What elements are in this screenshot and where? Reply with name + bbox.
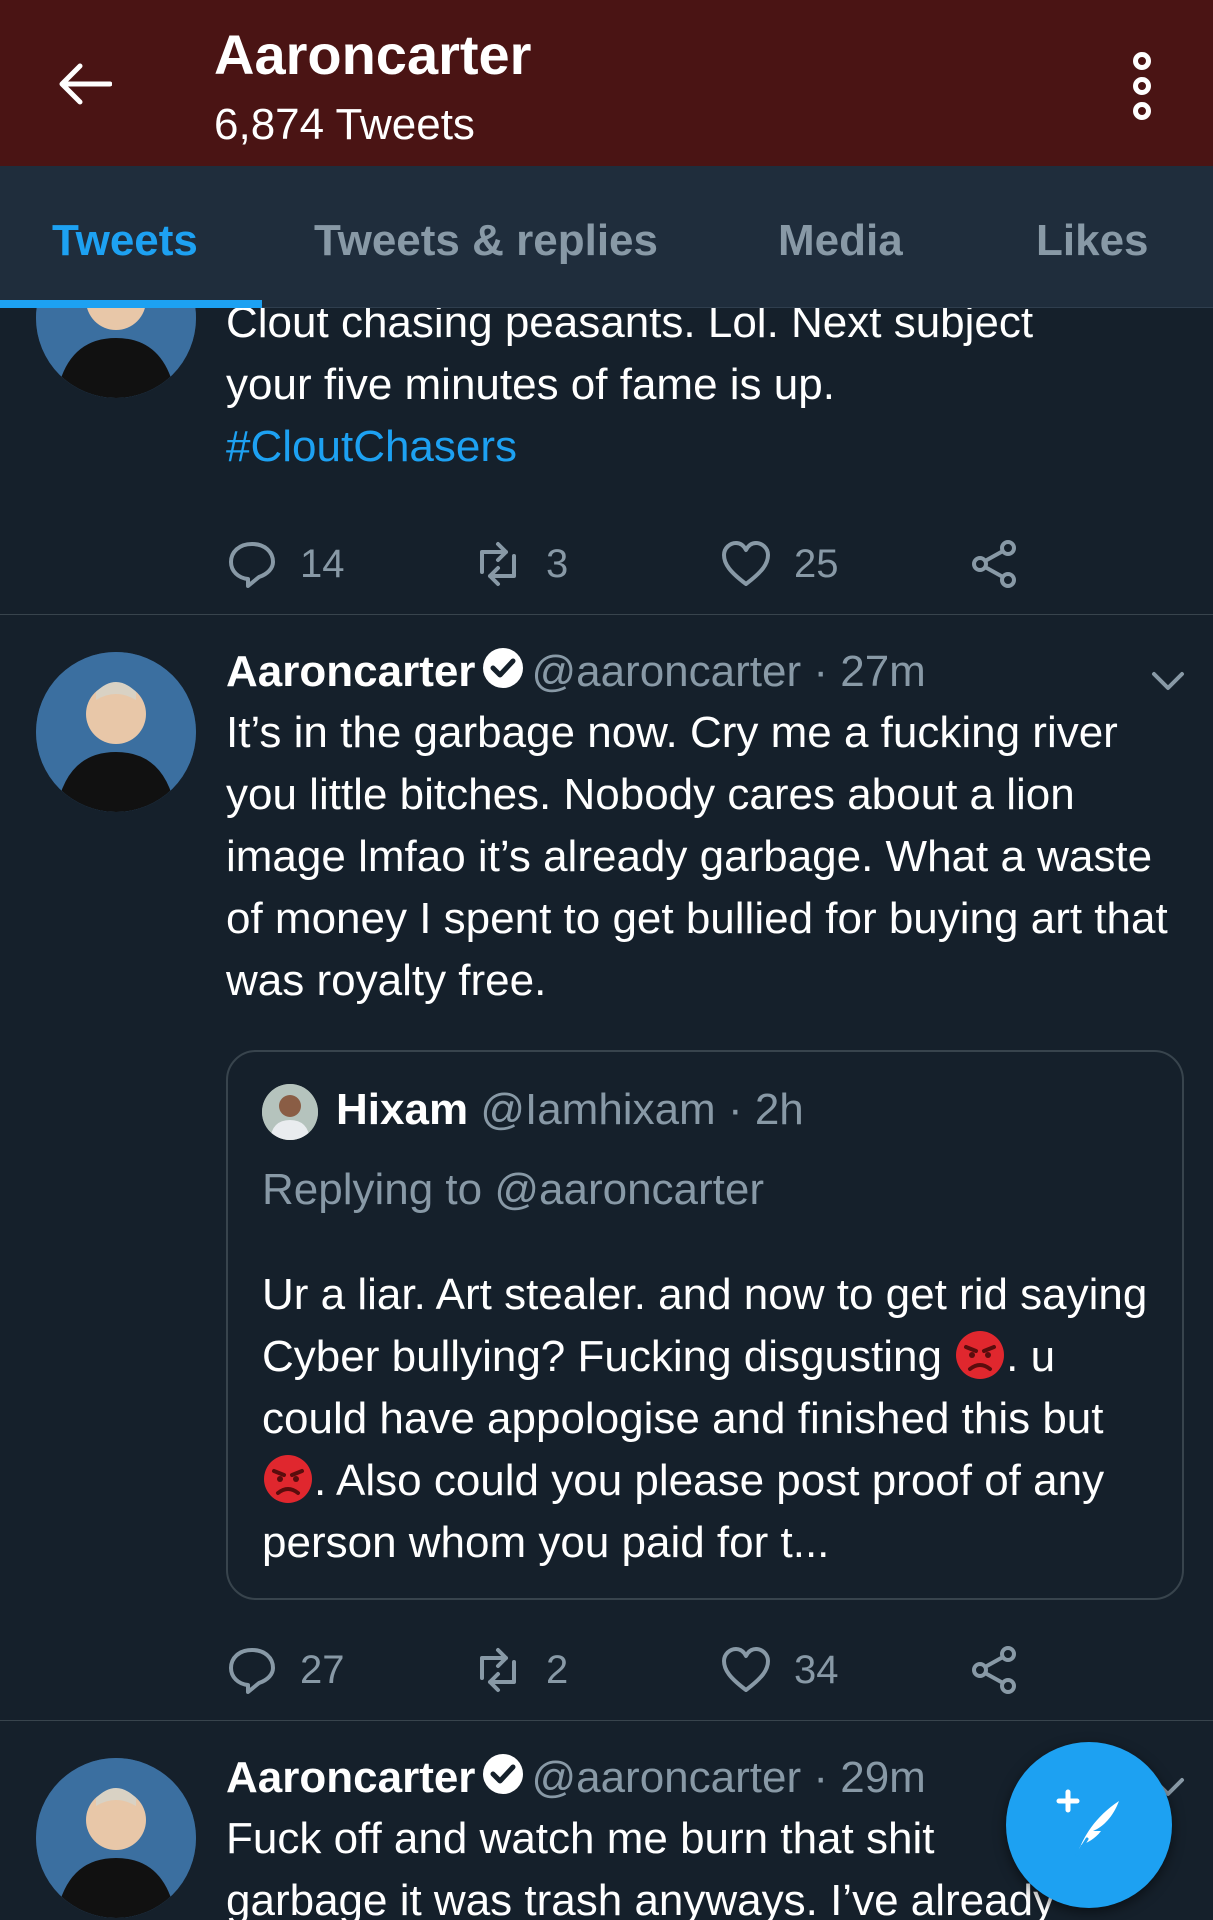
quoted-author-handle: @Iamhixam [480,1085,716,1134]
more-options-button[interactable] [1118,46,1166,126]
angry-face-icon [956,1331,1005,1379]
tab-likes[interactable]: Likes [1036,216,1149,266]
tweet-timestamp: · 27m [813,647,926,696]
compose-feather-icon [1056,1789,1119,1857]
like-count: 25 [794,541,839,586]
reply-button[interactable]: 14 [226,534,345,594]
retweet-icon [480,542,516,586]
verified-badge-icon [483,648,524,688]
reply-count: 27 [300,1647,345,1692]
retweet-button[interactable]: 2 [472,1640,568,1700]
more-dot-icon [1133,77,1151,95]
profile-tabs: Tweets Tweets & replies Media Likes [0,166,1213,308]
avatar[interactable] [36,1758,196,1918]
tweet-body: It’s in the garbage now. Cry me a fuckin… [226,708,1168,1005]
reply-button[interactable]: 27 [226,1640,345,1700]
tweet-header: Aaroncarter @aaroncarter · 29m [226,1748,926,1808]
profile-header: Aaroncarter 6,874 Tweets [0,0,1213,166]
tab-media[interactable]: Media [778,216,903,266]
like-button[interactable]: 25 [720,534,839,594]
more-dot-icon [1133,52,1151,70]
tab-tweets[interactable]: Tweets [52,216,198,266]
avatar[interactable] [36,652,196,812]
quoted-timestamp: · 2h [727,1085,804,1134]
angry-face-icon [264,1455,312,1503]
arrow-left-icon [59,63,112,105]
verified-badge-icon [483,1754,524,1794]
reply-icon [229,542,275,588]
back-button[interactable] [48,48,120,120]
avatar[interactable] [36,308,196,398]
replying-to: Replying to @aaroncarter [262,1165,765,1214]
tweet-count: 6,874 Tweets [214,100,475,149]
chevron-down-icon[interactable] [1148,660,1188,700]
heart-icon [722,541,770,586]
tab-tweets-replies[interactable]: Tweets & replies [314,216,658,266]
profile-title: Aaroncarter [214,23,532,86]
share-icon [972,540,1016,588]
heart-icon [722,1647,770,1692]
retweet-count: 2 [546,1647,569,1692]
like-button[interactable]: 34 [720,1640,839,1700]
retweet-icon [480,1648,516,1692]
tweet-actions: 14 3 25 [226,534,1046,594]
more-dot-icon [1133,102,1151,120]
tweet-actions: 27 2 34 [226,1640,1046,1700]
share-icon [972,1646,1016,1694]
hashtag-link[interactable]: #CloutChasers [226,416,1196,478]
tweet-header: Aaroncarter @aaroncarter · 27m [226,642,926,702]
tweet-body: Clout chasing peasants. Lol. Next subjec… [226,308,1196,478]
active-tab-indicator [0,300,262,308]
retweet-button[interactable]: 3 [472,534,568,594]
like-count: 34 [794,1647,839,1692]
tweet-feed[interactable]: Clout chasing peasants. Lol. Next subjec… [0,308,1213,1920]
author-handle[interactable]: @aaroncarter [531,1753,801,1802]
tweet-divider [0,1720,1213,1721]
retweet-count: 3 [546,541,569,586]
author-name[interactable]: Aaroncarter [226,647,475,696]
author-name[interactable]: Aaroncarter [226,1753,475,1802]
share-button[interactable] [968,1640,1042,1700]
quoted-avatar [262,1084,318,1140]
compose-tweet-button[interactable] [1006,1742,1172,1908]
tweet-timestamp: · 29m [813,1753,926,1802]
quoted-tweet[interactable]: Hixam @Iamhixam · 2h Replying to @aaronc… [226,1050,1184,1600]
quoted-author-name: Hixam [336,1085,469,1134]
share-button[interactable] [968,534,1042,594]
reply-icon [229,1648,275,1694]
quoted-header: Hixam @Iamhixam · 2h [336,1080,804,1140]
tweet-divider [0,614,1213,615]
quoted-body: Ur a liar. Art stealer. and now to get r… [262,1270,1148,1567]
author-handle[interactable]: @aaroncarter [531,647,801,696]
reply-count: 14 [300,541,345,586]
